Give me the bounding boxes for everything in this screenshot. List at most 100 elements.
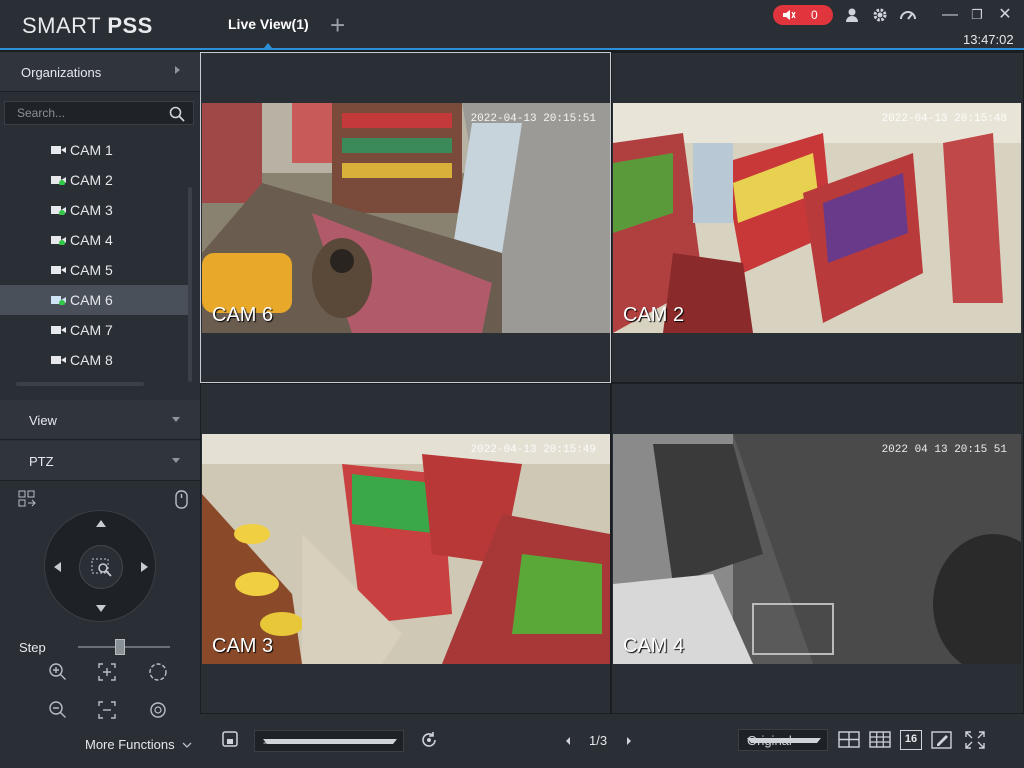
camera-list-item[interactable]: CAM 3 [0,195,188,225]
performance-gauge-icon[interactable] [899,6,917,24]
focus-near-icon[interactable] [97,662,117,682]
search-box [4,101,194,125]
video-feed: 2022-04-13 20:15:49 CAM 3 [202,434,610,664]
camera-label: CAM 6 [70,292,113,308]
tab-live-view[interactable]: Live View(1) [228,16,309,32]
chevron-down-icon [263,739,397,744]
title-bar: SMART PSS Live View(1) + 0 — ❐ ✕ 13:47:0… [0,0,1024,50]
video-pane-1[interactable]: 2022-04-13 20:15:51 CAM 6 [200,52,611,383]
video-camera-name: CAM 3 [212,635,274,657]
view-label: View [29,413,57,428]
camera-list-item[interactable]: CAM 2 [0,165,188,195]
user-icon[interactable] [843,6,861,24]
save-view-icon[interactable] [220,730,242,750]
area-zoom-icon [91,558,112,577]
camera-image [202,434,610,664]
more-functions-button[interactable]: More Functions [85,737,192,752]
camera-list-item[interactable]: CAM 5 [0,255,188,285]
previous-page-icon[interactable] [564,736,572,746]
layout-9-icon[interactable] [869,730,891,750]
camera-icon [51,356,66,364]
camera-label: CAM 5 [70,262,113,278]
camera-icon [51,206,66,215]
camera-image [613,434,1021,664]
camera-icon [51,236,66,245]
restore-button[interactable]: ❐ [967,5,987,25]
camera-list-item[interactable]: CAM 1 [0,135,188,165]
view-header[interactable]: View [0,400,200,440]
camera-list-item[interactable]: CAM 7 [0,315,188,345]
video-feed: 2022 04 13 20:15 51 CAM 4 [613,434,1021,664]
step-slider[interactable] [78,639,170,655]
fullscreen-icon[interactable] [964,730,986,750]
alarm-button[interactable]: 0 [773,5,833,25]
camera-label: CAM 7 [70,322,113,338]
chevron-down-icon [172,417,180,422]
layout-16-button[interactable]: 16 [900,730,922,750]
search-input[interactable] [17,105,157,121]
view-preset-select[interactable]: -- [254,730,404,752]
minimize-button[interactable]: — [940,5,960,25]
sidebar: Organizations CAM 1CAM 2CAM 3CAM 4CAM 5C… [0,52,200,768]
close-button[interactable]: ✕ [995,5,1015,25]
iris-open-icon[interactable] [148,662,168,682]
video-camera-name: CAM 2 [623,304,685,326]
ptz-joystick[interactable] [44,510,156,622]
custom-layout-edit-icon[interactable] [931,730,953,750]
layout-4-icon[interactable] [838,730,860,750]
step-slider-knob[interactable] [114,639,125,655]
camera-list-item[interactable]: CAM 6 [0,285,188,315]
ptz-header[interactable]: PTZ [0,441,200,481]
camera-label: CAM 1 [70,142,113,158]
video-camera-name: CAM 4 [623,635,685,657]
bottom-toolbar: -- 1/3 Original 16 [200,714,1024,768]
organizations-label: Organizations [21,65,102,80]
camera-icon [51,266,66,274]
camera-list: CAM 1 CAM 2 CAM 3 CAM 4 CAM 5 CAM 6 CAM 7 CAM 8 [0,135,188,375]
camera-label: CAM 8 [70,352,113,368]
camera-list-horizontal-scrollbar[interactable] [16,382,144,386]
camera-list-item[interactable]: CAM 8 [0,345,188,375]
speaker-icon [783,10,796,20]
refresh-icon[interactable] [418,730,440,750]
search-icon[interactable] [169,106,185,122]
ptz-down-icon[interactable] [95,603,107,613]
mouse-icon[interactable] [172,490,192,510]
video-timestamp: 2022-04-13 20:15:49 [470,444,596,456]
zoom-out-icon[interactable] [48,700,68,720]
camera-label: CAM 4 [70,232,113,248]
iris-close-icon[interactable] [148,700,168,720]
video-timestamp: 2022 04 13 20:15 51 [881,444,1007,456]
stream-ratio-select[interactable]: Original [738,729,828,751]
video-pane-2[interactable]: 2022-04-13 20:15:48 CAM 2 [611,52,1024,383]
camera-label: CAM 3 [70,202,113,218]
video-feed: 2022-04-13 20:15:51 CAM 6 [202,103,610,333]
camera-icon [51,326,66,334]
video-timestamp: 2022-04-13 20:15:51 [470,113,596,125]
more-functions-label: More Functions [85,737,175,752]
video-camera-name: CAM 6 [212,304,274,326]
camera-list-vertical-scrollbar[interactable] [188,187,192,382]
chevron-down-icon [182,742,192,748]
chevron-down-icon [747,738,821,743]
ptz-center-button[interactable] [79,545,123,589]
video-grid: 2022-04-13 20:15:51 CAM 6 2022-04-13 20:… [200,52,1024,714]
ptz-menu-icon[interactable] [18,490,38,510]
zoom-in-icon[interactable] [48,662,68,682]
ptz-up-icon[interactable] [95,519,107,529]
video-pane-4[interactable]: 2022 04 13 20:15 51 CAM 4 [611,383,1024,714]
video-pane-3[interactable]: 2022-04-13 20:15:49 CAM 3 [200,383,611,714]
ptz-label: PTZ [29,454,54,469]
settings-gear-icon[interactable] [871,6,889,24]
focus-far-icon[interactable] [97,700,117,720]
ptz-left-icon[interactable] [53,561,63,573]
next-page-icon[interactable] [625,736,633,746]
camera-image [202,103,610,333]
step-label: Step [19,640,46,655]
organizations-header[interactable]: Organizations [0,52,200,92]
ptz-right-icon[interactable] [139,561,149,573]
chevron-down-icon [172,458,180,463]
video-timestamp: 2022-04-13 20:15:48 [881,113,1007,125]
camera-list-item[interactable]: CAM 4 [0,225,188,255]
add-tab-button[interactable]: + [330,12,345,38]
